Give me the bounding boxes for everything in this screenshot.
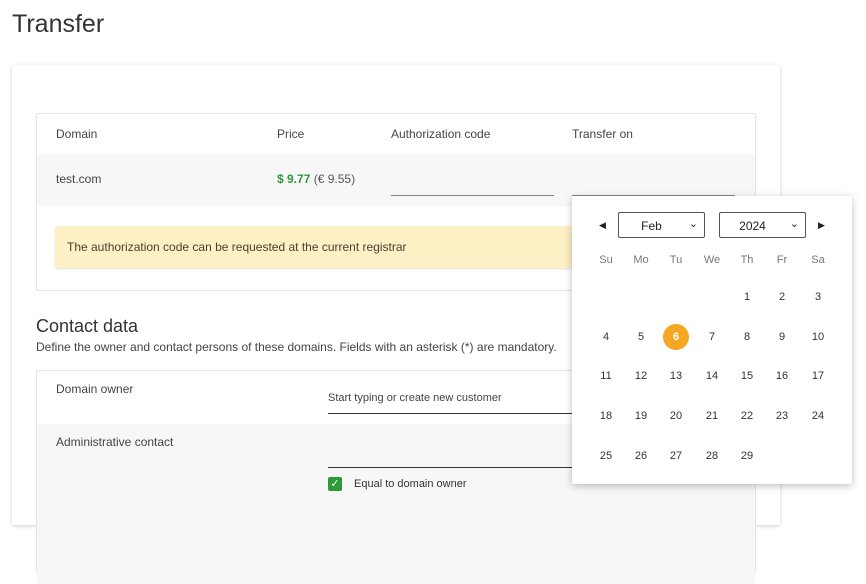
month-select[interactable]: Feb ⌄	[618, 212, 705, 238]
day-cell[interactable]: 8	[734, 324, 760, 350]
domain-owner-label: Domain owner	[56, 382, 134, 396]
weekday-label: Mo	[633, 254, 649, 266]
day-cell[interactable]: 19	[628, 403, 654, 429]
weekday-label: Su	[599, 254, 613, 266]
header-price: Price	[277, 127, 305, 141]
equal-owner-checkbox[interactable]: ✓	[328, 477, 342, 491]
day-cell[interactable]: 11	[593, 363, 619, 389]
price: $ 9.77 (€ 9.55)	[277, 172, 355, 186]
next-month-icon[interactable]: ▶	[818, 220, 825, 231]
weekday-label: Fr	[776, 254, 788, 266]
price-usd: $ 9.77	[277, 172, 311, 186]
date-picker: ◀ Feb ⌄ 2024 ⌄ ▶ Su Mo Tu We Th Fr Sa 12345678…	[572, 196, 852, 484]
admin-contact-input[interactable]	[328, 467, 588, 468]
month-value: Feb	[641, 219, 662, 233]
day-cell[interactable]: 24	[805, 403, 831, 429]
day-cell[interactable]: 20	[663, 403, 689, 429]
weekday-label: We	[703, 254, 721, 266]
day-cell[interactable]: 23	[769, 403, 795, 429]
day-cell[interactable]: 21	[699, 403, 725, 429]
contact-data-description: Define the owner and contact persons of …	[36, 340, 557, 354]
day-cell[interactable]: 18	[593, 403, 619, 429]
equal-owner-label: Equal to domain owner	[354, 478, 467, 490]
domain-name: test.com	[56, 172, 102, 186]
weekday-label: Th	[740, 254, 754, 266]
weekday-label: Tu	[669, 254, 683, 266]
day-cell[interactable]: 10	[805, 324, 831, 350]
admin-contact-label: Administrative contact	[56, 435, 174, 449]
day-cell[interactable]: 22	[734, 403, 760, 429]
chevron-down-icon: ⌄	[688, 218, 698, 230]
day-cell[interactable]: 26	[628, 443, 654, 469]
day-cell[interactable]: 12	[628, 363, 654, 389]
day-cell[interactable]: 27	[663, 443, 689, 469]
auth-code-input[interactable]	[391, 195, 554, 196]
day-cell[interactable]: 2	[769, 284, 795, 310]
day-cell[interactable]: 15	[734, 363, 760, 389]
year-value: 2024	[739, 219, 766, 233]
day-cell[interactable]: 3	[805, 284, 831, 310]
header-transfer-on: Transfer on	[572, 127, 633, 141]
day-cell[interactable]: 14	[699, 363, 725, 389]
chevron-down-icon: ⌄	[789, 218, 799, 230]
day-cell[interactable]: 1	[734, 284, 760, 310]
day-cell[interactable]: 7	[699, 324, 725, 350]
page-title: Transfer	[12, 10, 105, 38]
header-domain: Domain	[56, 127, 98, 141]
day-cell[interactable]: 25	[593, 443, 619, 469]
day-cell-selected[interactable]: 6	[663, 324, 689, 350]
domain-owner-underline	[328, 413, 588, 414]
day-cell[interactable]: 9	[769, 324, 795, 350]
day-cell[interactable]: 5	[628, 324, 654, 350]
day-cell[interactable]: 16	[769, 363, 795, 389]
header-auth-code: Authorization code	[391, 127, 491, 141]
day-cell[interactable]: 28	[699, 443, 725, 469]
prev-month-icon[interactable]: ◀	[599, 220, 606, 231]
price-eur: (€ 9.55)	[313, 172, 356, 186]
notice-text: The authorization code can be requested …	[67, 240, 407, 254]
day-cell[interactable]: 29	[734, 443, 760, 469]
year-select[interactable]: 2024 ⌄	[719, 212, 806, 238]
domain-owner-input[interactable]: Start typing or create new customer	[328, 392, 502, 404]
contact-data-title: Contact data	[36, 316, 139, 336]
day-cell[interactable]: 13	[663, 363, 689, 389]
day-cell[interactable]: 17	[805, 363, 831, 389]
weekday-label: Sa	[811, 254, 825, 266]
day-cell[interactable]: 4	[593, 324, 619, 350]
